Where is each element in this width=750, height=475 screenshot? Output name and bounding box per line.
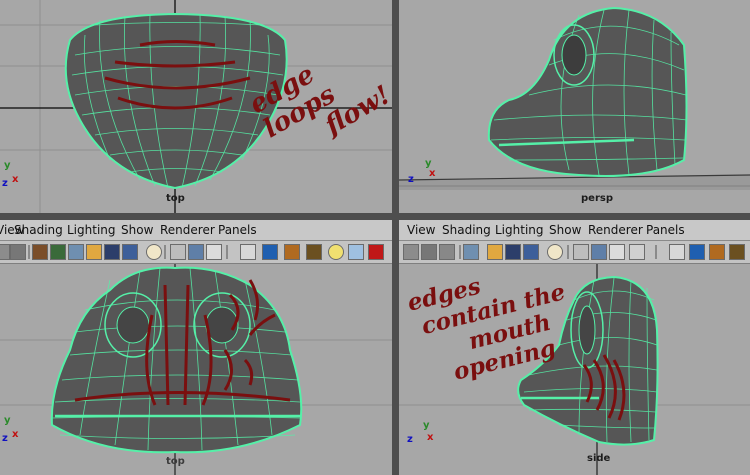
camera-label-front: top [166,456,185,467]
horizontal-divider[interactable] [0,213,750,220]
front-view-mesh [0,264,392,475]
viewport-top[interactable]: y x z top edge loops flow! [0,0,392,213]
viewport-persp[interactable]: y x z persp [399,0,750,213]
axis-z-label: z [2,178,8,189]
camera-label-side: side [587,453,611,464]
axis-x-label: x [12,429,19,440]
axis-x-label: x [12,174,19,185]
axis-x-label: x [429,168,436,179]
persp-view-mesh [399,6,750,190]
axis-y-label: y [423,420,430,431]
axis-z-label: z [407,434,413,445]
axis-y-label: y [4,415,11,426]
axis-z-label: z [2,433,8,444]
camera-label-top: top [166,193,185,204]
axis-z-label: z [408,174,414,185]
axis-y-label: y [4,160,11,171]
camera-label-persp: persp [581,193,613,204]
vertical-divider[interactable] [392,0,399,475]
viewport-front[interactable]: View Shading Lighting Show Renderer Pane… [0,220,392,475]
viewport-side[interactable]: View Shading Lighting Show Renderer Pane… [399,220,750,475]
axis-x-label: x [427,432,434,443]
